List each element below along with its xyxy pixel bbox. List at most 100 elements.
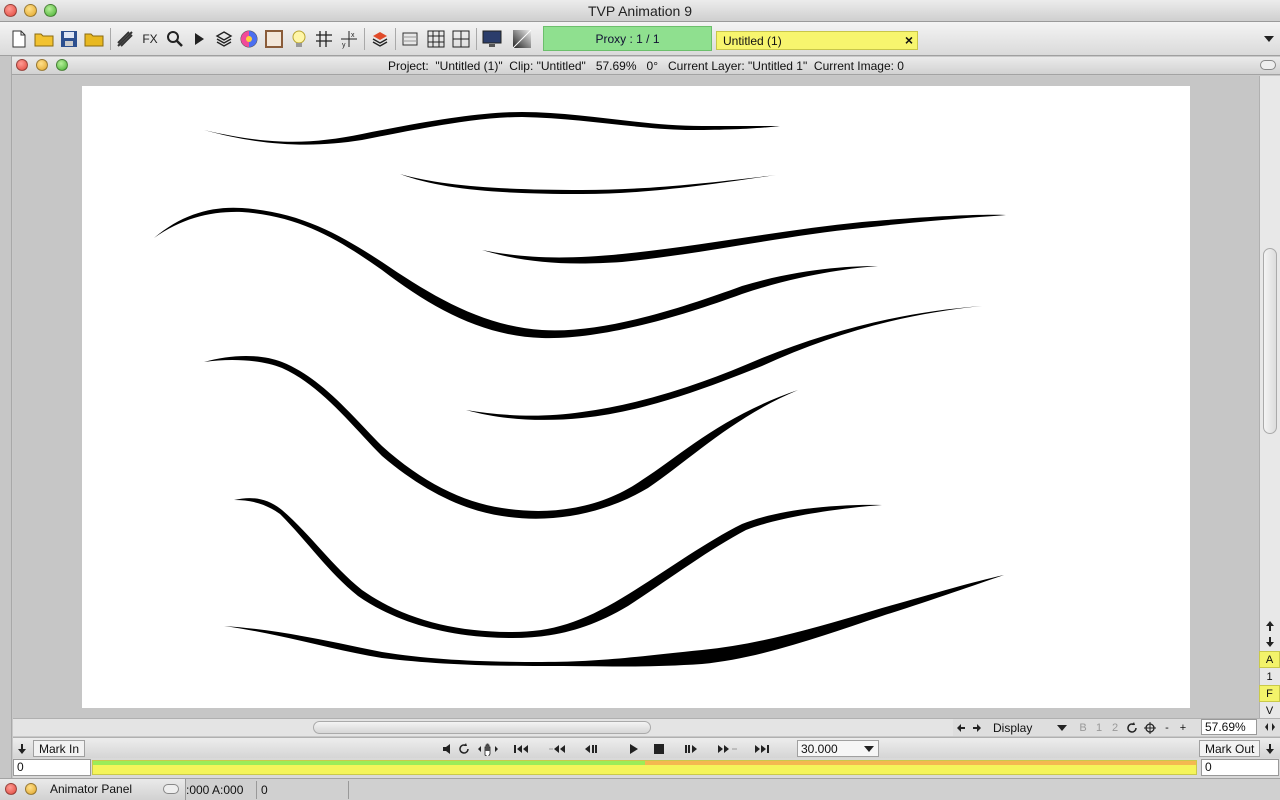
pan-right-arrow-icon[interactable] (969, 720, 985, 736)
timeline-slider[interactable] (92, 760, 1197, 775)
brush-stroke (224, 575, 1004, 667)
rewind-icon[interactable] (544, 740, 574, 757)
grid-tool-icon[interactable] (312, 27, 336, 51)
animator-info: :000 A:000 (186, 783, 244, 797)
brush-stroke (400, 174, 776, 194)
vertical-scroll-thumb[interactable] (1263, 248, 1277, 434)
end-frame-field[interactable]: 0 (1201, 759, 1279, 776)
transport-bar: Mark In 30.000 Mark Out (13, 737, 1280, 758)
one-toggle[interactable]: 1 (1091, 720, 1107, 736)
reset-rotation-icon[interactable] (1123, 720, 1141, 736)
fps-select[interactable]: 30.000 (797, 740, 879, 757)
document-tab[interactable]: Untitled (1) × (716, 31, 918, 50)
next-frame-icon[interactable] (679, 740, 703, 757)
center-view-icon[interactable] (1141, 720, 1159, 736)
workspace (13, 76, 1259, 718)
fps-value: 30.000 (801, 741, 838, 756)
lightbulb-icon[interactable] (287, 27, 311, 51)
fx-button[interactable]: FX (138, 27, 162, 51)
bottom-bar: Animator Panel :000 A:000 0 (0, 778, 1280, 800)
zoom-stepper-icon[interactable] (1259, 719, 1280, 735)
animator-panel-header: Animator Panel (0, 779, 186, 800)
brush-stroke (204, 112, 780, 145)
mark-out-button[interactable]: Mark Out (1199, 740, 1261, 757)
timeline-bar: 0 0 (13, 758, 1280, 778)
color-wheel-icon[interactable] (237, 27, 261, 51)
stop-icon[interactable] (650, 740, 668, 757)
open-folder-icon[interactable] (32, 27, 56, 51)
brush-tools-icon[interactable] (113, 27, 137, 51)
display-label: Display (993, 720, 1033, 735)
previous-frame-icon[interactable] (579, 740, 603, 757)
two-toggle[interactable]: 2 (1107, 720, 1123, 736)
drawing-canvas[interactable] (82, 86, 1190, 708)
zoom-out-button[interactable]: - (1159, 720, 1175, 736)
side-button-v[interactable]: V (1259, 702, 1280, 719)
left-panel-strip (0, 56, 12, 800)
scroll-down-arrow-icon[interactable] (1259, 633, 1280, 650)
document-tab-label: Untitled (1) (723, 33, 782, 48)
first-frame-icon[interactable] (510, 740, 532, 757)
safe-area-icon[interactable] (449, 27, 473, 51)
transform-xy-icon[interactable]: xy (337, 27, 361, 51)
mark-out-arrow-icon[interactable] (1263, 740, 1277, 757)
animator-value: 0 (261, 783, 268, 797)
proxy-indicator[interactable]: Proxy : 1 / 1 (543, 26, 712, 51)
search-icon[interactable] (163, 27, 187, 51)
zoom-level-field[interactable]: 57.69% (1201, 719, 1257, 735)
brush-stroke (466, 306, 982, 420)
loop-icon[interactable] (457, 740, 471, 757)
new-document-icon[interactable] (7, 27, 31, 51)
toolbar-menu-chevron-down-icon[interactable] (1264, 36, 1274, 42)
scroll-up-arrow-icon[interactable] (1259, 617, 1280, 634)
animator-panel-close-button[interactable] (5, 783, 17, 795)
animator-panel-controls (5, 783, 37, 795)
grid-view-icon[interactable] (424, 27, 448, 51)
close-tab-icon[interactable]: × (905, 32, 913, 48)
play-button-icon[interactable] (625, 740, 643, 757)
zoom-in-button[interactable]: + (1175, 720, 1191, 736)
app-title-bar: TVP Animation 9 (0, 0, 1280, 22)
pan-left-arrow-icon[interactable] (953, 720, 969, 736)
window-collapse-pill[interactable] (1260, 60, 1276, 70)
light-table-icon[interactable] (398, 27, 422, 51)
brush-stroke (234, 498, 882, 638)
mark-in-arrow-icon[interactable] (15, 740, 29, 757)
side-button-f[interactable]: F (1259, 685, 1280, 702)
hand-scrub-icon[interactable] (475, 740, 501, 757)
horizontal-scrollbar[interactable] (13, 718, 953, 736)
start-frame-field[interactable]: 0 (13, 759, 91, 776)
project-folder-icon[interactable] (82, 27, 106, 51)
horizontal-scroll-thumb[interactable] (313, 721, 651, 734)
layers-icon[interactable] (212, 27, 236, 51)
color-swatch-icon[interactable] (262, 27, 286, 51)
animator-panel-minimize-button[interactable] (25, 783, 37, 795)
brush-stroke (482, 214, 1006, 264)
gradient-icon[interactable] (510, 27, 534, 51)
canvas-strokes (154, 112, 1006, 667)
monitor-icon[interactable] (480, 27, 504, 51)
save-icon[interactable] (57, 27, 81, 51)
layer-stack-icon[interactable] (368, 27, 392, 51)
main-toolbar: FX xy Proxy : 1 / 1 Untitled (1) × (0, 22, 1280, 56)
play-icon[interactable] (187, 27, 211, 51)
fast-forward-icon[interactable] (713, 740, 743, 757)
last-frame-icon[interactable] (751, 740, 773, 757)
brush-stroke (154, 207, 878, 339)
project-window-header: Project: "Untitled (1)" Clip: "Untitled"… (12, 57, 1280, 75)
svg-text:y: y (342, 42, 346, 49)
animator-panel-title: Animator Panel (50, 782, 133, 796)
side-button-1[interactable]: 1 (1259, 668, 1280, 685)
fps-chevron-down-icon (864, 745, 874, 752)
mark-in-button[interactable]: Mark In (33, 740, 86, 757)
timeline-cache-green (93, 761, 645, 765)
animator-panel-collapse-pill[interactable] (163, 784, 179, 794)
project-status-text: Project: "Untitled (1)" Clip: "Untitled"… (388, 59, 904, 73)
side-button-a[interactable]: A (1259, 651, 1280, 668)
b-toggle[interactable]: B (1075, 720, 1091, 736)
app-title: TVP Animation 9 (587, 3, 693, 19)
sound-icon[interactable] (441, 740, 455, 757)
display-chevron-down-icon (1057, 724, 1067, 731)
display-dropdown[interactable]: Display (989, 720, 1075, 736)
timeline-cache-orange (644, 761, 1196, 765)
